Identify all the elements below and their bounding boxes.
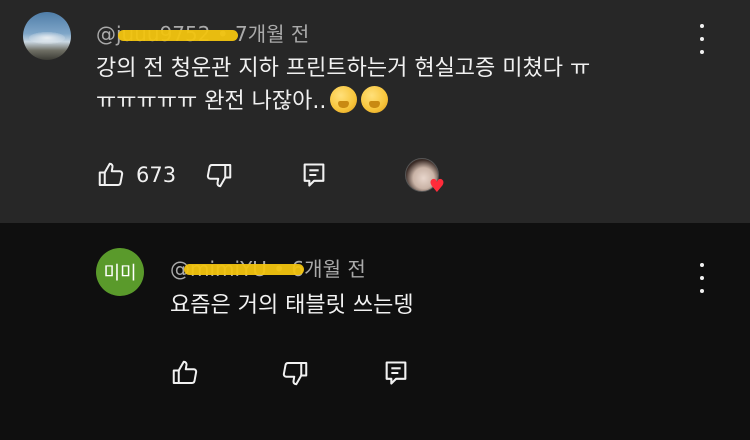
commenter-avatar[interactable] [23,12,71,60]
comment-text-line-2: ㅠㅠㅠㅠㅠ 완전 나잖아.. [96,85,590,118]
reply-button[interactable] [382,359,410,387]
avatar-initials: 미미 [103,263,137,284]
reply-comment-icon [385,361,407,385]
reply-handle[interactable]: @mimiYU [170,257,304,281]
dislike-button[interactable] [280,358,310,388]
thumbs-down-icon [282,362,308,386]
reply-meta: @mimiYU • 6개월 전 [170,253,366,282]
reply-comment-icon [303,163,325,187]
more-options-icon[interactable] [690,263,714,293]
more-options-icon[interactable] [690,24,714,54]
comment-reply: 미미 @mimiYU • 6개월 전 요즘은 거의 태블릿 쓰는뎅 [0,223,750,440]
like-button[interactable] [96,160,126,190]
like-count: 673 [136,163,177,187]
heart-icon: ♥ [428,176,445,197]
reply-text: 요즘은 거의 태블릿 쓰는뎅 [170,293,414,318]
comment-actions: 673 [96,160,328,190]
thumbs-up-icon [98,162,124,186]
comment-thread-top: @juuu9752 • 7개월 전 강의 전 청운관 지하 프린트하는거 현실고… [0,0,750,223]
reply-avatar[interactable]: 미미 [96,248,144,296]
thumbs-down-icon [206,164,232,188]
thumbs-up-icon [172,360,198,384]
creator-heart-badge[interactable]: ♥ [405,158,445,197]
comment-meta: @juuu9752 • 7개월 전 [96,18,309,47]
reply-button[interactable] [300,161,328,189]
commenter-handle[interactable]: @juuu9752 [96,22,238,46]
comment-text: 강의 전 청운관 지하 프린트하는거 현실고증 미쳤다 ㅠ ㅠㅠㅠㅠㅠ 완전 나… [96,52,590,118]
reply-actions [170,358,410,388]
dislike-button[interactable] [204,160,234,190]
pleading-face-emoji [361,86,389,113]
shushing-face-emoji [330,86,358,113]
like-button[interactable] [170,358,200,388]
redaction-scribble [184,264,304,275]
comment-text-line: 강의 전 청운관 지하 프린트하는거 현실고증 미쳤다 ㅠ [96,56,591,81]
comment-time[interactable]: 7개월 전 [235,22,309,46]
redaction-scribble [118,30,238,41]
